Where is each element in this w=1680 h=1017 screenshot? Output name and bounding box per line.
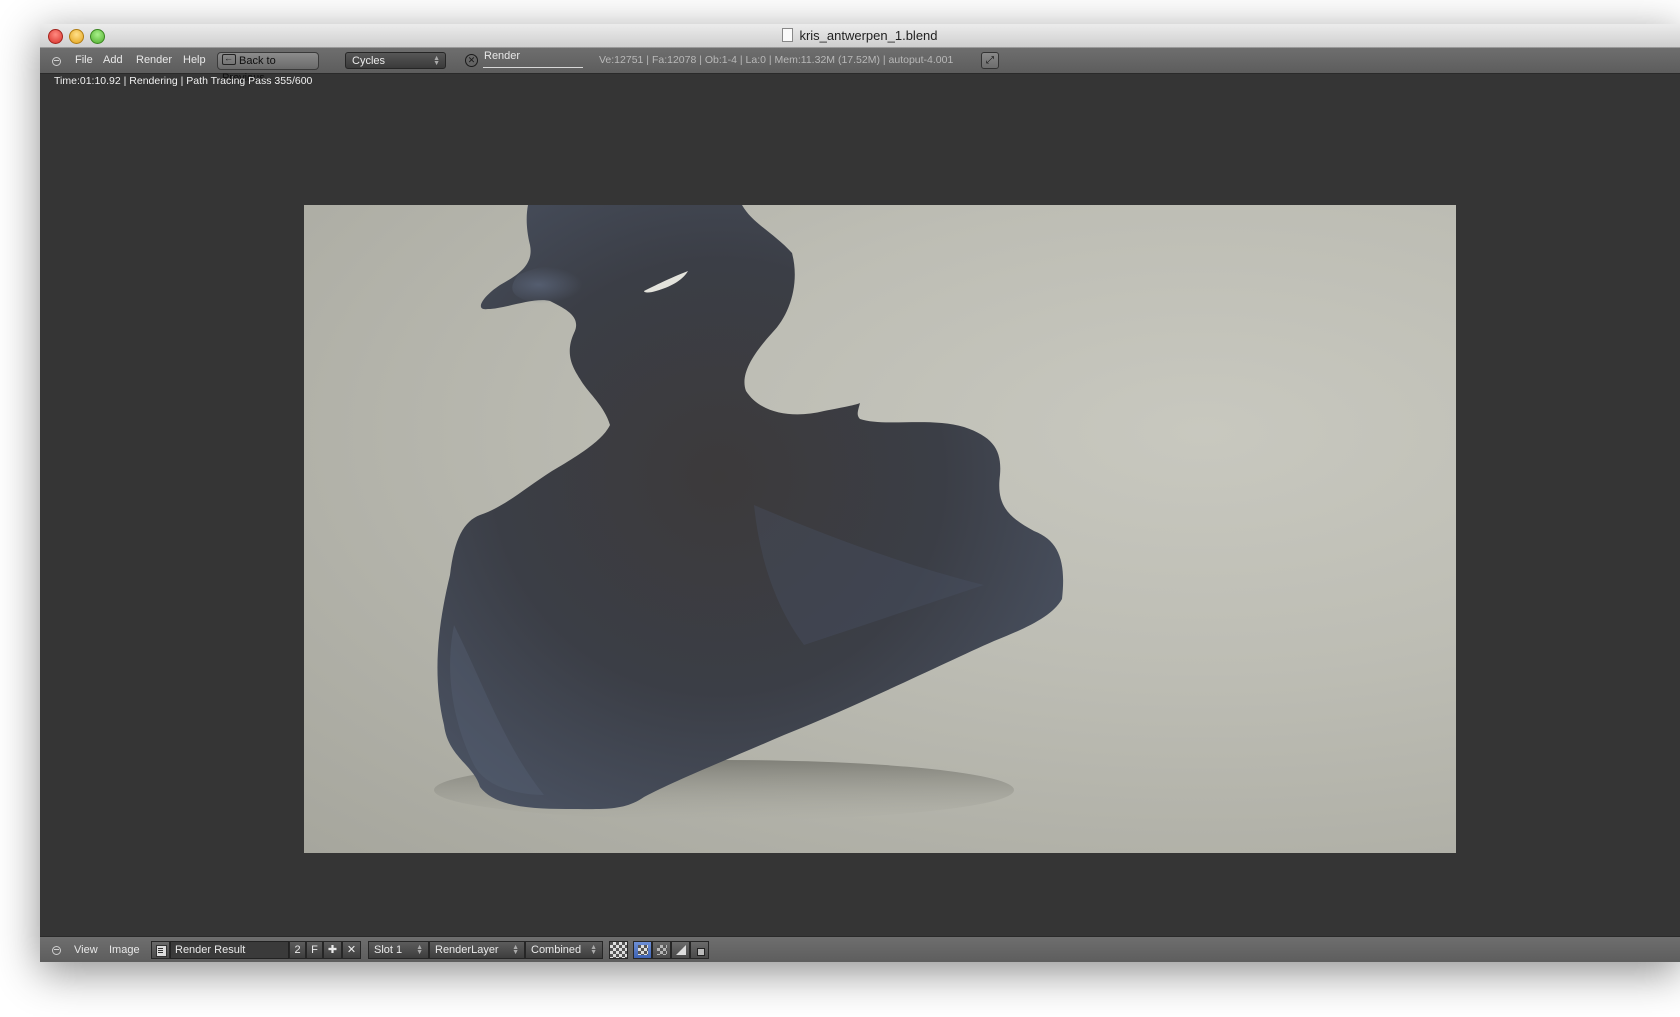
- display-channels-icon[interactable]: [690, 941, 709, 959]
- window-title: kris_antwerpen_1.blend: [40, 28, 1680, 43]
- updown-arrows-icon: ▲ ▼: [433, 55, 440, 67]
- z-buffer-icon[interactable]: [671, 941, 690, 959]
- render-layer-select[interactable]: RenderLayer ▲ ▼: [429, 941, 525, 959]
- image-editor-footer: View Image Render Result 2 F ✚ ✕ Slot 1 …: [40, 936, 1680, 962]
- render-result-image: [304, 205, 1456, 853]
- updown-arrows-icon: ▲ ▼: [416, 944, 423, 956]
- rendered-sculpture: [434, 205, 1064, 820]
- back-icon: [222, 50, 236, 67]
- back-to-previous-button[interactable]: Back to Previous: [217, 50, 319, 84]
- render-pass-select[interactable]: Combined ▲ ▼: [525, 941, 603, 959]
- image-editor-header: File Add Render Help Back to Previous Cy…: [40, 48, 1680, 84]
- scene-name-field[interactable]: Render: [484, 44, 520, 69]
- render-engine-select[interactable]: Cycles ▲ ▼: [345, 52, 446, 69]
- alpha-icon[interactable]: [652, 941, 671, 959]
- collapse-icon[interactable]: [52, 57, 61, 66]
- scene-stats: Ve:12751 | Fa:12078 | Ob:1-4 | La:0 | Me…: [599, 54, 954, 66]
- window-titlebar: kris_antwerpen_1.blend: [40, 24, 1680, 48]
- menu-render[interactable]: Render: [136, 48, 172, 73]
- image-users-count: 2: [289, 941, 306, 959]
- menu-add[interactable]: Add: [103, 48, 123, 73]
- scene-field-underline: [483, 67, 583, 68]
- collapse-icon[interactable]: [52, 946, 61, 955]
- checker-icon[interactable]: [633, 941, 652, 959]
- unlink-icon[interactable]: ✕: [342, 941, 361, 959]
- render-status: Time:01:10.92 | Rendering | Path Tracing…: [54, 75, 313, 87]
- close-x-icon[interactable]: ✕: [465, 54, 478, 67]
- menu-image[interactable]: Image: [109, 937, 140, 962]
- image-name-field[interactable]: Render Result: [170, 941, 289, 959]
- fake-user-toggle[interactable]: F: [306, 941, 323, 959]
- updown-arrows-icon: ▲ ▼: [590, 944, 597, 956]
- image-viewport[interactable]: [40, 90, 1680, 934]
- menu-file[interactable]: File: [75, 48, 93, 73]
- menu-help[interactable]: Help: [183, 48, 206, 73]
- blender-window: kris_antwerpen_1.blend File Add Render H…: [40, 24, 1680, 962]
- image-icon[interactable]: [151, 941, 170, 959]
- menu-view[interactable]: View: [74, 937, 98, 962]
- fullscreen-icon[interactable]: ⤢: [981, 52, 999, 69]
- document-icon: [782, 28, 794, 42]
- new-image-icon[interactable]: ✚: [323, 941, 342, 959]
- updown-arrows-icon: ▲ ▼: [512, 944, 519, 956]
- alpha-checker-icon[interactable]: [609, 941, 628, 959]
- slot-select[interactable]: Slot 1 ▲ ▼: [368, 941, 429, 959]
